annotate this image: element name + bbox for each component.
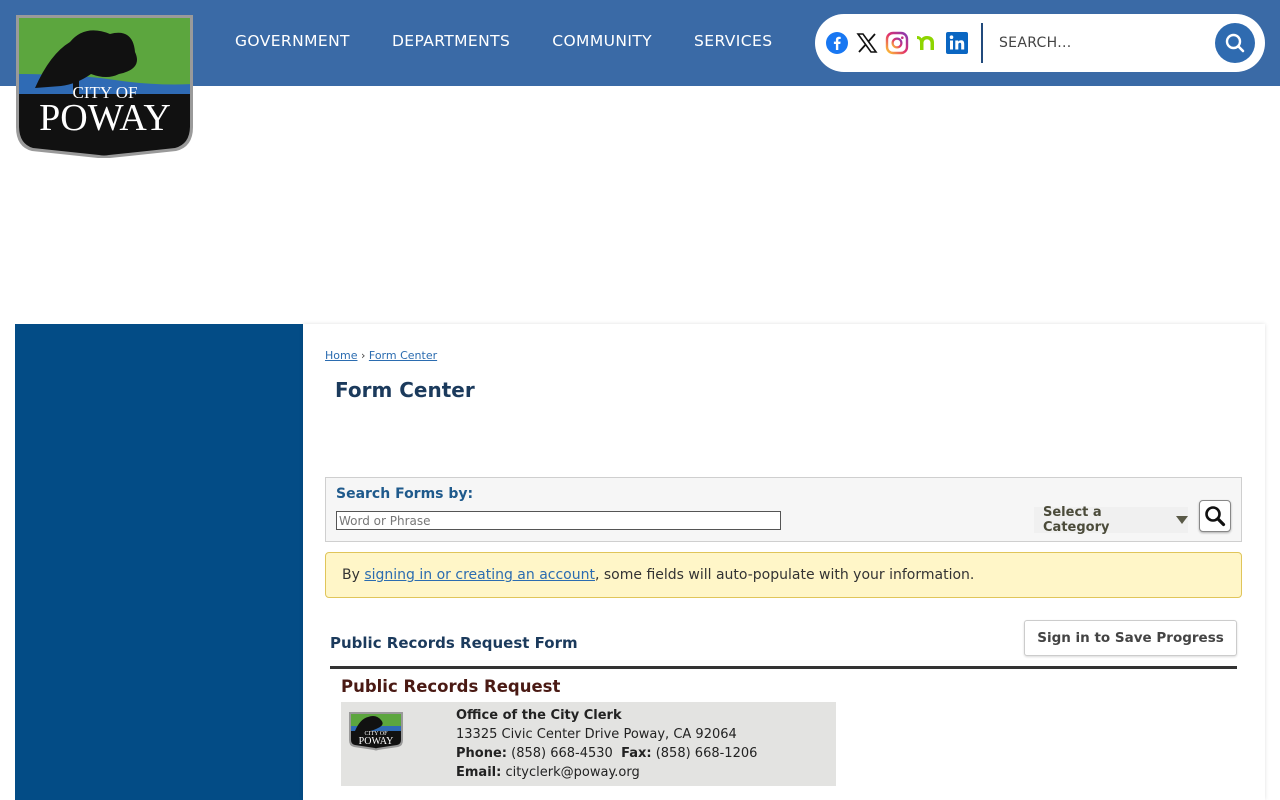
- logo-text-bottom: POWAY: [39, 97, 171, 139]
- social-links: [825, 31, 975, 55]
- clerk-contact-box: CITY OF POWAY Office of the City Clerk 1…: [341, 702, 836, 786]
- main-nav: GOVERNMENT DEPARTMENTS COMMUNITY SERVICE…: [214, 0, 793, 82]
- notice-prefix: By: [342, 567, 365, 583]
- search-icon: [1225, 33, 1245, 53]
- nextdoor-icon[interactable]: [915, 31, 939, 55]
- clerk-office-name: Office of the City Clerk: [456, 708, 622, 723]
- phone-number: (858) 668-4530: [511, 746, 613, 761]
- category-dropdown[interactable]: Select a Category: [1034, 505, 1188, 535]
- clerk-address: 13325 Civic Center Drive Poway, CA 92064: [456, 727, 737, 742]
- city-logo[interactable]: CITY OF POWAY: [15, 14, 194, 159]
- email-label: Email:: [456, 765, 502, 780]
- sign-in-link[interactable]: signing in or creating an account: [364, 567, 595, 583]
- facebook-icon[interactable]: [825, 31, 849, 55]
- email-address: cityclerk@poway.org: [505, 765, 640, 780]
- instagram-icon[interactable]: [885, 31, 909, 55]
- breadcrumb-separator: ›: [360, 349, 366, 362]
- search-forms-input[interactable]: [336, 511, 781, 530]
- category-dropdown-label: Select a Category: [1043, 505, 1110, 535]
- breadcrumb: Home › Form Center: [325, 349, 437, 362]
- breadcrumb-form-center[interactable]: Form Center: [369, 349, 437, 362]
- site-search-input[interactable]: [999, 35, 1209, 51]
- clerk-contact-details: Office of the City Clerk 13325 Civic Cen…: [456, 706, 757, 782]
- linkedin-icon[interactable]: [945, 31, 969, 55]
- site-search-button[interactable]: [1215, 23, 1255, 63]
- nav-services[interactable]: SERVICES: [673, 32, 793, 50]
- left-sidebar: [15, 324, 303, 800]
- search-forms-label: Search Forms by:: [336, 486, 474, 502]
- nav-community[interactable]: COMMUNITY: [531, 32, 673, 50]
- chevron-down-icon: [1176, 516, 1188, 524]
- breadcrumb-home[interactable]: Home: [325, 349, 357, 362]
- sign-in-save-progress-button[interactable]: Sign in to Save Progress: [1024, 620, 1237, 656]
- form-heading: Public Records Request: [341, 677, 561, 696]
- fax-label: Fax:: [621, 746, 652, 761]
- form-divider: [330, 666, 1237, 669]
- clerk-logo-text-bottom: POWAY: [359, 736, 394, 747]
- notice-suffix: , some fields will auto-populate with yo…: [594, 567, 975, 583]
- nav-departments[interactable]: DEPARTMENTS: [371, 32, 531, 50]
- clerk-logo: CITY OF POWAY: [348, 711, 404, 751]
- nav-government[interactable]: GOVERNMENT: [214, 32, 371, 50]
- main-content: Home › Form Center Form Center Search Fo…: [303, 324, 1265, 800]
- search-divider: [981, 23, 983, 63]
- social-search-pill: [815, 14, 1265, 72]
- phone-label: Phone:: [456, 746, 507, 761]
- search-icon: [1205, 506, 1226, 527]
- x-icon[interactable]: [855, 31, 879, 55]
- search-forms-panel: Search Forms by: Select a Category: [325, 477, 1242, 542]
- form-title: Public Records Request Form: [330, 634, 578, 652]
- sign-in-notice: By signing in or creating an account, so…: [325, 552, 1242, 598]
- search-forms-button[interactable]: [1199, 500, 1231, 532]
- page-title: Form Center: [335, 378, 475, 402]
- fax-number: (858) 668-1206: [655, 746, 758, 761]
